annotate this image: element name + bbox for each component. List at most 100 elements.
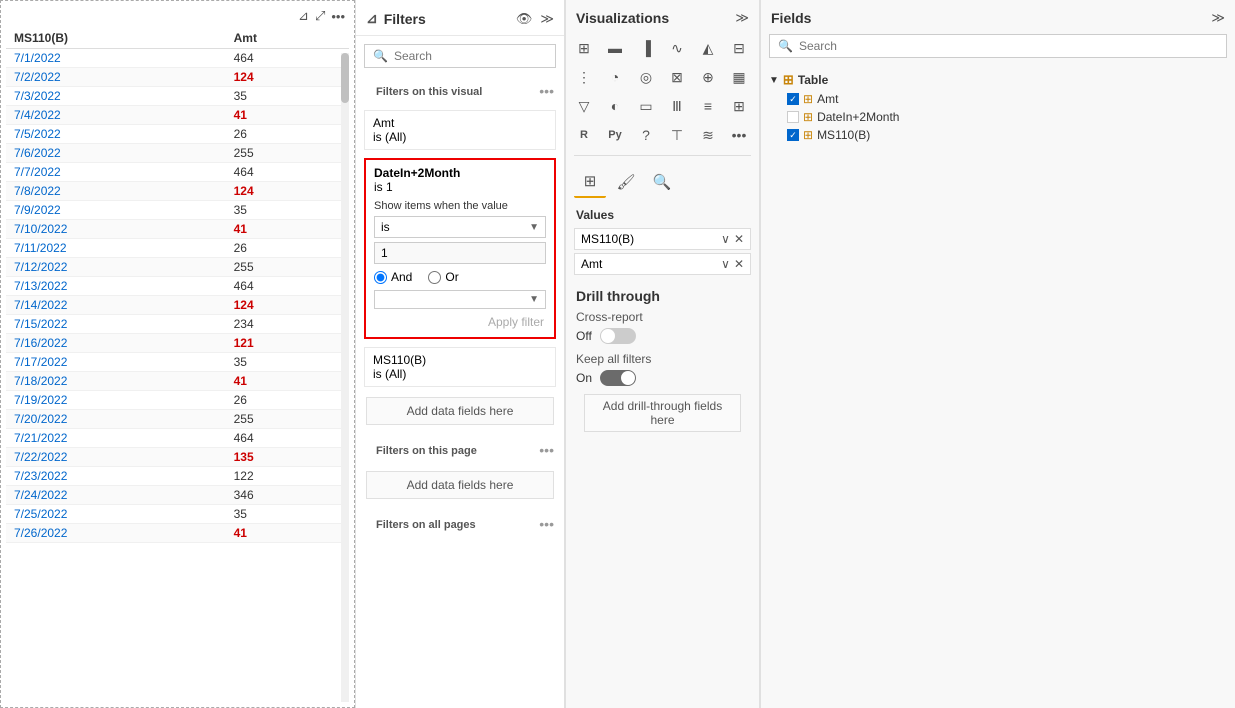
apply-filter-button[interactable]: Apply filter — [374, 309, 546, 331]
chevron-icon-ms110[interactable]: ∨ — [721, 232, 730, 246]
cell-amt: 135 — [226, 448, 349, 467]
filter-condition-row: Show items when the value is ▼ And Or ▼ … — [374, 200, 546, 331]
table-row: 7/26/202241 — [6, 524, 349, 543]
table-row: 7/23/2022122 — [6, 467, 349, 486]
viz-icon-funnel[interactable]: ▽ — [570, 92, 598, 120]
viz-icon-treemap[interactable]: ⊠ — [663, 63, 691, 91]
cell-date: 7/24/2022 — [6, 486, 226, 505]
filter-radio-or[interactable]: Or — [428, 270, 458, 284]
filter-datein-name: DateIn+2Month — [374, 166, 546, 180]
viz-icon-qna[interactable]: ? — [632, 121, 660, 149]
viz-icon-matrix[interactable]: ⊞ — [725, 92, 753, 120]
tree-parent-name: Table — [798, 73, 828, 87]
add-drill-button[interactable]: Add drill-through fields here — [584, 394, 741, 432]
viz-icon-card[interactable]: ▭ — [632, 92, 660, 120]
filters-search-box[interactable]: 🔍 — [364, 44, 556, 68]
vertical-scrollbar[interactable] — [341, 53, 349, 702]
filter-item-ms110[interactable]: MS110(B) is (All) — [364, 347, 556, 387]
viz-icon-map[interactable]: ⊕ — [694, 63, 722, 91]
filter-operator-select[interactable]: is ▼ — [374, 216, 546, 238]
viz-icon-gauge[interactable]: ◐ — [601, 92, 629, 120]
checkbox-amt[interactable]: ✓ — [787, 93, 799, 105]
viz-sub-format-icon[interactable]: 🖌 — [610, 166, 642, 198]
table-row: 7/14/2022124 — [6, 296, 349, 315]
viz-sub-fields-icon[interactable]: ⊞ — [574, 166, 606, 198]
cell-date: 7/25/2022 — [6, 505, 226, 524]
value-row-amt[interactable]: Amt ∨ ✕ — [574, 253, 751, 275]
fields-title: Fields — [771, 10, 811, 26]
viz-icon-line[interactable]: ∿ — [663, 34, 691, 62]
filter-item-amt[interactable]: Amt is (All) — [364, 110, 556, 150]
focus-mode-icon[interactable]: ⤢ — [315, 8, 325, 24]
viz-icon-more[interactable]: ••• — [725, 121, 753, 149]
left-data-panel: ⊿ ⤢ ••• MS110(B) Amt 7/1/20224647/2/2022… — [0, 0, 355, 708]
cell-amt: 124 — [226, 296, 349, 315]
filters-page-dots[interactable]: ••• — [539, 442, 554, 458]
viz-icon-pie[interactable]: ◔ — [601, 63, 629, 91]
cell-date: 7/20/2022 — [6, 410, 226, 429]
viz-sub-analytics-icon[interactable]: 🔍 — [646, 166, 678, 198]
checkbox-datein[interactable] — [787, 111, 799, 123]
tree-parent-table[interactable]: ▼ ⊞ Table — [769, 70, 1227, 90]
filters-all-dots[interactable]: ••• — [539, 516, 554, 532]
fields-search-box[interactable]: 🔍 — [769, 34, 1227, 58]
table-row: 7/7/2022464 — [6, 163, 349, 182]
value-row-ms110[interactable]: MS110(B) ∨ ✕ — [574, 228, 751, 250]
fields-expand-icon[interactable]: ≫ — [1211, 10, 1225, 26]
filters-visual-dots[interactable]: ••• — [539, 83, 554, 99]
viz-icon-ribbon[interactable]: ⊟ — [725, 34, 753, 62]
cell-amt: 234 — [226, 315, 349, 334]
fields-search-input[interactable] — [799, 39, 1218, 53]
filter-icon[interactable]: ⊿ — [298, 8, 309, 24]
tree-child-ms110[interactable]: ✓ ⊞ MS110(B) — [769, 126, 1227, 144]
cell-date: 7/3/2022 — [6, 87, 226, 106]
close-icon-amt[interactable]: ✕ — [734, 257, 744, 271]
cross-report-toggle[interactable] — [600, 328, 636, 344]
viz-icon-filled-map[interactable]: ▦ — [725, 63, 753, 91]
viz-icon-bar[interactable]: ▬ — [601, 34, 629, 62]
filter-ms110-name: MS110(B) — [373, 353, 547, 367]
table-row: 7/8/2022124 — [6, 182, 349, 201]
viz-icon-r[interactable]: R — [570, 121, 598, 149]
add-data-visual-button[interactable]: Add data fields here — [366, 397, 554, 425]
filter-item-datein[interactable]: DateIn+2Month is 1 Show items when the v… — [364, 158, 556, 339]
filter-value-input[interactable] — [374, 242, 546, 264]
cell-date: 7/12/2022 — [6, 258, 226, 277]
tree-child-amt[interactable]: ✓ ⊞ Amt — [769, 90, 1227, 108]
filter-radio-and[interactable]: And — [374, 270, 412, 284]
eye-icon[interactable]: 👁 — [516, 11, 533, 27]
close-icon-ms110[interactable]: ✕ — [734, 232, 744, 246]
scrollbar-thumb[interactable] — [341, 53, 349, 103]
values-label: Values — [566, 202, 759, 226]
keep-filters-toggle[interactable] — [600, 370, 636, 386]
viz-icon-donut[interactable]: ◎ — [632, 63, 660, 91]
viz-icon-scatter[interactable]: ⋮ — [570, 63, 598, 91]
viz-icon-decomp[interactable]: ⊤ — [663, 121, 691, 149]
filter-second-operator[interactable]: ▼ — [374, 290, 546, 309]
add-data-page-button[interactable]: Add data fields here — [366, 471, 554, 499]
expand-icon[interactable]: ≫ — [540, 11, 554, 27]
checkbox-ms110[interactable]: ✓ — [787, 129, 799, 141]
table-row: 7/4/202241 — [6, 106, 349, 125]
cell-amt: 255 — [226, 258, 349, 277]
cell-date: 7/21/2022 — [6, 429, 226, 448]
more-options-icon[interactable]: ••• — [331, 9, 345, 24]
viz-icon-slicer[interactable]: ≡ — [694, 92, 722, 120]
keep-filters-toggle-row: On — [576, 370, 749, 386]
chevron-icon-amt[interactable]: ∨ — [721, 257, 730, 271]
cross-report-thumb — [601, 329, 615, 343]
viz-icon-kpi[interactable]: Ⅲ — [663, 92, 691, 120]
cell-date: 7/8/2022 — [6, 182, 226, 201]
cell-amt: 26 — [226, 125, 349, 144]
viz-expand-icon[interactable]: ≫ — [735, 10, 749, 26]
viz-icon-smartnarr[interactable]: ≋ — [694, 121, 722, 149]
viz-icon-area[interactable]: ◭ — [694, 34, 722, 62]
filters-on-visual-label: Filters on this visual — [366, 80, 492, 102]
viz-icon-python[interactable]: Py — [601, 121, 629, 149]
value-ms110-name: MS110(B) — [581, 232, 634, 246]
filters-search-input[interactable] — [394, 49, 547, 63]
viz-icon-column[interactable]: ▐ — [632, 34, 660, 62]
cell-amt: 26 — [226, 239, 349, 258]
viz-icon-table[interactable]: ⊞ — [570, 34, 598, 62]
tree-child-datein[interactable]: ⊞ DateIn+2Month — [769, 108, 1227, 126]
